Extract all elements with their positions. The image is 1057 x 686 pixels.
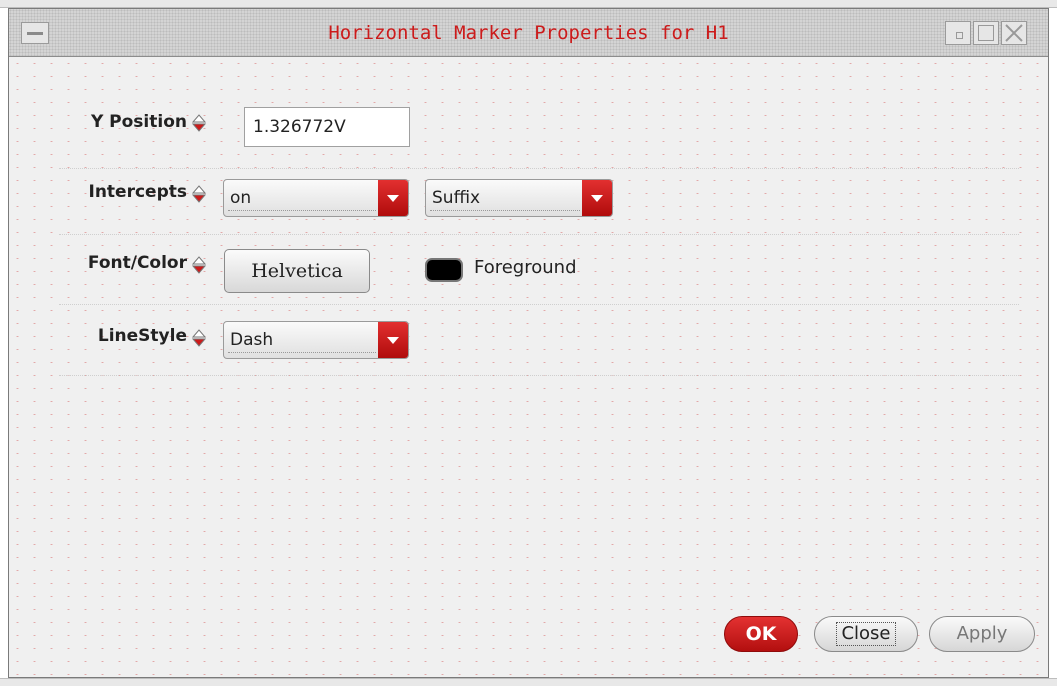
intercepts-format-value: Suffix bbox=[430, 186, 580, 211]
screen-frame-bottom bbox=[0, 678, 1057, 686]
chevron-down-icon bbox=[387, 337, 399, 344]
screen-frame-top bbox=[0, 0, 1057, 8]
maximize-icon bbox=[978, 25, 994, 41]
y-position-label: Y Position bbox=[90, 112, 187, 132]
line-style-spinner-icon[interactable] bbox=[192, 329, 206, 347]
dialog-body: Y Position 1.326772V Intercepts on Suffi… bbox=[9, 57, 1048, 677]
intercepts-format-dropdown[interactable]: Suffix bbox=[425, 179, 613, 217]
dialog-window: Horizontal Marker Properties for H1 Y Po… bbox=[8, 8, 1049, 678]
y-position-input[interactable]: 1.326772V bbox=[244, 107, 410, 147]
ok-button[interactable]: OK bbox=[724, 616, 798, 652]
row-divider bbox=[59, 168, 1019, 169]
intercepts-mode-dropdown[interactable]: on bbox=[223, 179, 409, 217]
chevron-down-icon bbox=[591, 195, 603, 202]
chevron-down-icon bbox=[387, 195, 399, 202]
row-divider bbox=[59, 234, 1019, 235]
minimize-icon bbox=[956, 32, 963, 39]
minimize-button[interactable] bbox=[945, 21, 971, 45]
dropdown-arrow bbox=[378, 322, 408, 358]
color-swatch[interactable] bbox=[425, 258, 463, 282]
line-style-value: Dash bbox=[228, 328, 376, 353]
intercepts-spinner-icon[interactable] bbox=[192, 185, 206, 203]
title-bar[interactable]: Horizontal Marker Properties for H1 bbox=[9, 9, 1048, 57]
font-color-spinner-icon[interactable] bbox=[192, 256, 206, 274]
intercepts-mode-value: on bbox=[228, 186, 376, 211]
close-button-label: Close bbox=[836, 622, 896, 646]
color-name-label: Foreground bbox=[474, 257, 577, 278]
maximize-button[interactable] bbox=[973, 21, 999, 45]
line-style-dropdown[interactable]: Dash bbox=[223, 321, 409, 359]
dropdown-arrow bbox=[378, 180, 408, 216]
line-style-label: LineStyle bbox=[97, 326, 187, 346]
font-button[interactable]: Helvetica bbox=[224, 249, 370, 293]
close-button[interactable]: Close bbox=[814, 616, 918, 652]
close-icon bbox=[1005, 24, 1023, 42]
row-divider bbox=[59, 304, 1019, 305]
row-divider bbox=[59, 375, 1019, 376]
dropdown-arrow bbox=[582, 180, 612, 216]
y-position-spinner-icon[interactable] bbox=[192, 114, 206, 132]
intercepts-label: Intercepts bbox=[88, 182, 188, 202]
font-color-label: Font/Color bbox=[87, 253, 187, 273]
close-window-button[interactable] bbox=[1001, 21, 1027, 45]
apply-button[interactable]: Apply bbox=[929, 616, 1035, 652]
window-title: Horizontal Marker Properties for H1 bbox=[328, 22, 729, 44]
